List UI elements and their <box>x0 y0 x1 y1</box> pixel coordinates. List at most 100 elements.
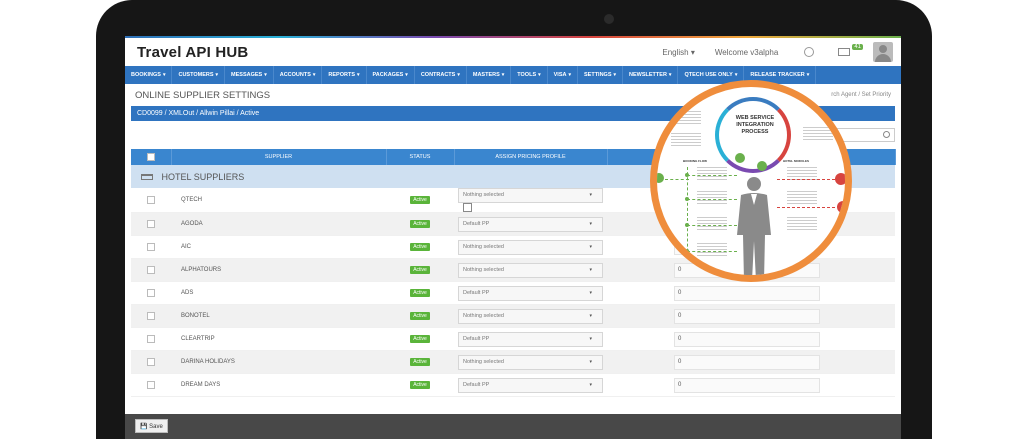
flow-text-block <box>697 243 727 257</box>
table-row: ADS Active Default PP ▾ 0 <box>131 281 895 305</box>
nav-item-packages[interactable]: PACKAGES ▾ <box>367 66 415 84</box>
select-all-header <box>131 149 172 165</box>
cycle-icon <box>735 153 745 163</box>
caret-down-icon: ▾ <box>589 266 592 273</box>
flow-text-block <box>697 191 727 205</box>
mail-icon[interactable] <box>838 48 851 56</box>
module-text-block <box>787 217 817 231</box>
clock-icon[interactable] <box>804 47 815 57</box>
copy-icon[interactable] <box>463 203 472 212</box>
nav-item-bookings[interactable]: BOOKINGS ▾ <box>125 66 173 84</box>
row-checkbox[interactable] <box>147 381 155 389</box>
pricing-profile-select[interactable]: Default PP ▾ <box>458 216 603 232</box>
module-icon <box>835 173 845 185</box>
module-icon <box>837 201 845 213</box>
welcome-text: Welcome v3alpha <box>714 47 779 57</box>
pricing-profile-select[interactable]: Default PP ▾ <box>458 285 603 301</box>
nav-item-newsletter[interactable]: NEWSLETTER ▾ <box>623 66 679 84</box>
status-badge: Active <box>410 358 430 366</box>
laptop-mockup: Travel API HUB English ▾ Welcome v3alpha… <box>0 0 1024 439</box>
nav-item-tools[interactable]: TOOLS ▾ <box>511 66 548 84</box>
magnifier-overlay: WEB SERVICE INTEGRATION PROCESS BOOKING … <box>650 80 852 282</box>
pricing-profile-select[interactable]: Default PP ▾ <box>458 377 603 393</box>
row-checkbox[interactable] <box>147 358 155 366</box>
priority-value[interactable]: 0 <box>674 354 820 370</box>
status-badge: Active <box>410 196 430 204</box>
right-text-block <box>803 127 833 141</box>
nav-item-contracts[interactable]: CONTRACTS ▾ <box>415 66 467 84</box>
caret-down-icon: ▾ <box>589 192 592 198</box>
left-text-block <box>671 111 701 125</box>
businessman-illustration <box>737 177 771 275</box>
caret-down-icon: ▾ <box>589 289 592 296</box>
pricing-profile-select[interactable]: Default PP ▾ <box>458 331 603 347</box>
header-pricing-profile: ASSIGN PRICING PROFILE <box>454 149 608 165</box>
flow-text-block <box>697 217 727 231</box>
mail-count-badge: 41 <box>852 44 863 50</box>
camera-dot <box>604 14 614 24</box>
header-status: STATUS <box>386 149 455 165</box>
pricing-profile-select[interactable]: Nothing selected ▾ <box>458 354 603 370</box>
table-row: CLEARTRIP Active Default PP ▾ 0 <box>131 327 895 351</box>
supplier-name: BONOTEL <box>171 304 386 328</box>
table-row: DARINA HOLIDAYS Active Nothing selected ▾ 0 <box>131 350 895 374</box>
breadcrumb[interactable]: rch Agent / Set Priority <box>831 92 891 98</box>
bottom-action-bar: 💾 Save <box>125 414 901 439</box>
search-icon <box>883 131 890 138</box>
pricing-profile-select[interactable]: Nothing selected ▾ <box>458 262 603 278</box>
flow-node <box>685 197 689 201</box>
supplier-name: ALPHATOURS <box>171 258 386 282</box>
main-nav: BOOKINGS ▾ CUSTOMERS ▾ MESSAGES ▾ ACCOUNTS ▾… <box>125 66 901 84</box>
row-checkbox[interactable] <box>147 220 155 228</box>
priority-value[interactable]: 0 <box>674 285 820 301</box>
flow-node <box>685 249 689 253</box>
bed-icon <box>141 174 153 181</box>
nav-item-accounts[interactable]: ACCOUNTS ▾ <box>274 66 323 84</box>
status-badge: Active <box>410 289 430 297</box>
status-badge: Active <box>410 266 430 274</box>
caret-down-icon: ▾ <box>589 312 592 319</box>
edge-icon <box>657 173 664 183</box>
priority-value[interactable]: 0 <box>674 331 820 347</box>
language-selector[interactable]: English ▾ <box>662 48 695 57</box>
status-badge: Active <box>410 312 430 320</box>
select-all-checkbox[interactable] <box>146 153 155 161</box>
row-checkbox[interactable] <box>147 243 155 251</box>
nav-item-reports[interactable]: REPORTS ▾ <box>322 66 367 84</box>
supplier-name: AIC <box>171 235 386 259</box>
table-row: DREAM DAYS Active Default PP ▾ 0 <box>131 373 895 397</box>
row-checkbox[interactable] <box>147 196 155 204</box>
row-checkbox[interactable] <box>147 312 155 320</box>
avatar[interactable] <box>873 42 893 62</box>
caret-down-icon: ▾ <box>589 381 592 388</box>
group-label: HOTEL SUPPLIERS <box>161 171 245 182</box>
flow-text-block <box>697 167 727 181</box>
top-bar: Travel API HUB English ▾ Welcome v3alpha… <box>125 38 901 66</box>
module-connector <box>777 179 835 180</box>
nav-item-visa[interactable]: VISA ▾ <box>548 66 578 84</box>
booking-flow-label: BOOKING FLOW <box>683 159 707 163</box>
caret-down-icon: ▾ <box>589 243 592 250</box>
nav-item-messages[interactable]: MESSAGES ▾ <box>225 66 274 84</box>
priority-value[interactable]: 0 <box>674 308 820 324</box>
hotel-modules-label: HOTEL MODULES <box>783 159 809 163</box>
status-badge: Active <box>410 335 430 343</box>
supplier-name: DARINA HOLIDAYS <box>171 350 386 374</box>
row-checkbox[interactable] <box>147 289 155 297</box>
pricing-profile-select[interactable]: Nothing selected ▾ <box>458 308 603 324</box>
supplier-name: CLEARTRIP <box>171 327 386 351</box>
table-row: BONOTEL Active Nothing selected ▾ 0 <box>131 304 895 328</box>
nav-item-masters[interactable]: MASTERS ▾ <box>467 66 512 84</box>
app-title: Travel API HUB <box>137 43 249 61</box>
pricing-profile-select[interactable]: Nothing selected ▾ <box>458 188 603 203</box>
priority-value[interactable]: 0 <box>674 377 820 393</box>
save-button[interactable]: 💾 Save <box>135 419 168 433</box>
row-checkbox[interactable] <box>147 266 155 274</box>
flow-node <box>685 173 689 177</box>
caret-down-icon: ▾ <box>589 220 592 227</box>
nav-item-settings[interactable]: SETTINGS ▾ <box>578 66 624 84</box>
nav-item-customers[interactable]: CUSTOMERS ▾ <box>172 66 226 84</box>
caret-down-icon: ▾ <box>589 358 592 365</box>
pricing-profile-select[interactable]: Nothing selected ▾ <box>458 239 603 255</box>
row-checkbox[interactable] <box>147 335 155 343</box>
